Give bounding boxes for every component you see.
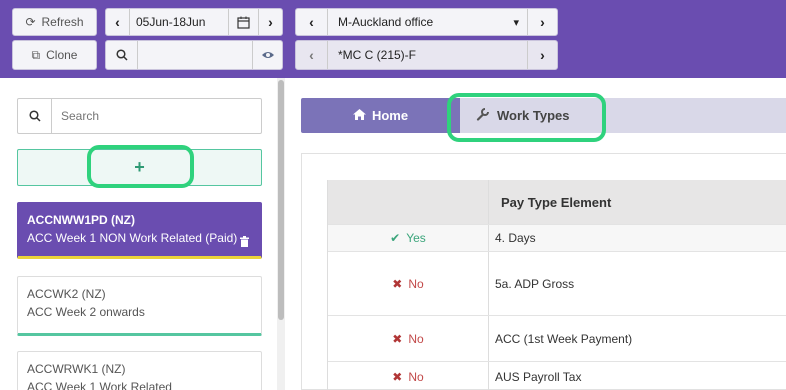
employee-select[interactable]: *MC C (215)-F <box>328 48 527 62</box>
tab-home[interactable]: Home <box>301 98 460 133</box>
status-cell: ✖ No <box>328 252 489 315</box>
refresh-label: Refresh <box>41 15 84 29</box>
status-value: Yes <box>406 231 426 245</box>
status-value: No <box>408 369 424 384</box>
tab-home-label: Home <box>371 108 409 123</box>
cross-icon: ✖ <box>392 276 403 291</box>
table-header-status <box>328 180 489 224</box>
location-select[interactable]: M-Auckland office <box>328 15 513 29</box>
status-cell: ✖ No <box>328 362 489 390</box>
table-row[interactable]: ✖ No 5a. ADP Gross <box>328 252 786 316</box>
clone-label: Clone <box>46 48 78 62</box>
table-row[interactable]: ✖ No ACC (1st Week Payment) <box>328 316 786 362</box>
status-cell: ✔ Yes <box>328 225 489 251</box>
home-icon <box>352 108 366 123</box>
date-range-value[interactable]: 05Jun-18Jun <box>130 15 228 29</box>
list-item-desc: ACC Week 2 onwards <box>27 305 145 319</box>
add-label: + <box>134 157 145 177</box>
list-item-desc: ACC Week 1 Work Related <box>27 380 172 390</box>
list-item-code: ACCWRWK1 (NZ) <box>27 362 126 376</box>
list-item-code: ACCNWW1PD (NZ) <box>27 213 135 227</box>
add-work-type-button[interactable]: + <box>17 149 262 186</box>
status-value: No <box>408 331 424 346</box>
tab-work-types[interactable]: Work Types <box>460 98 786 133</box>
location-selector: ‹ M-Auckland office ▾ › <box>295 8 558 36</box>
search-icon <box>106 41 138 69</box>
chevron-right-icon[interactable]: › <box>527 9 557 35</box>
chevron-left-icon[interactable]: ‹ <box>106 9 130 35</box>
refresh-icon: ⟳ <box>25 15 36 29</box>
employee-selector: ‹ *MC C (215)-F › <box>295 40 558 70</box>
chevron-right-icon[interactable]: › <box>527 41 557 69</box>
clone-icon: ⧉ <box>31 47 41 62</box>
wrench-icon <box>476 107 489 124</box>
cross-icon: ✖ <box>392 369 403 384</box>
list-item-desc: ACC Week 1 NON Work Related (Paid) <box>27 231 238 245</box>
calendar-icon[interactable] <box>228 9 258 35</box>
table-header-row: Pay Type Element <box>328 180 786 225</box>
search-icon <box>18 99 52 133</box>
list-item[interactable]: ACCWK2 (NZ) ACC Week 2 onwards <box>17 276 262 336</box>
table-row[interactable]: ✖ No AUS Payroll Tax <box>328 362 786 390</box>
element-cell: ACC (1st Week Payment) <box>495 331 633 346</box>
date-range-selector: ‹ 05Jun-18Jun › <box>105 8 283 36</box>
element-cell: 5a. ADP Gross <box>495 276 575 291</box>
pay-type-table: Pay Type Element ✔ Yes 4. Days ✖ No 5a. AD… <box>327 180 786 390</box>
chevron-down-icon[interactable]: ▾ <box>513 16 527 29</box>
cross-icon: ✖ <box>392 331 403 346</box>
chevron-left-icon[interactable]: ‹ <box>296 41 328 69</box>
list-item[interactable]: ACCWRWK1 (NZ) ACC Week 1 Work Related <box>17 351 262 390</box>
table-header-pay-type-element[interactable]: Pay Type Element <box>489 180 786 224</box>
status-value: No <box>408 276 424 291</box>
chevron-left-icon[interactable]: ‹ <box>296 9 328 35</box>
refresh-button[interactable]: ⟳ Refresh <box>12 8 97 36</box>
list-item-code: ACCWK2 (NZ) <box>27 287 106 301</box>
tab-work-types-label: Work Types <box>497 108 570 123</box>
clone-button[interactable]: ⧉ Clone <box>12 40 97 70</box>
sidebar-search-input[interactable] <box>52 99 261 133</box>
check-icon: ✔ <box>390 231 401 245</box>
trash-icon[interactable] <box>240 236 249 250</box>
eye-icon[interactable] <box>252 41 282 69</box>
status-cell: ✖ No <box>328 316 489 361</box>
chevron-right-icon[interactable]: › <box>258 9 282 35</box>
element-cell: 4. Days <box>495 231 536 245</box>
sidebar-scrollbar-thumb[interactable] <box>278 80 284 320</box>
list-item[interactable]: ACCNWW1PD (NZ) ACC Week 1 NON Work Relat… <box>17 202 262 259</box>
sidebar-search <box>17 98 262 134</box>
table-row[interactable]: ✔ Yes 4. Days <box>328 225 786 252</box>
employee-search <box>105 40 283 70</box>
element-cell: AUS Payroll Tax <box>495 369 582 384</box>
